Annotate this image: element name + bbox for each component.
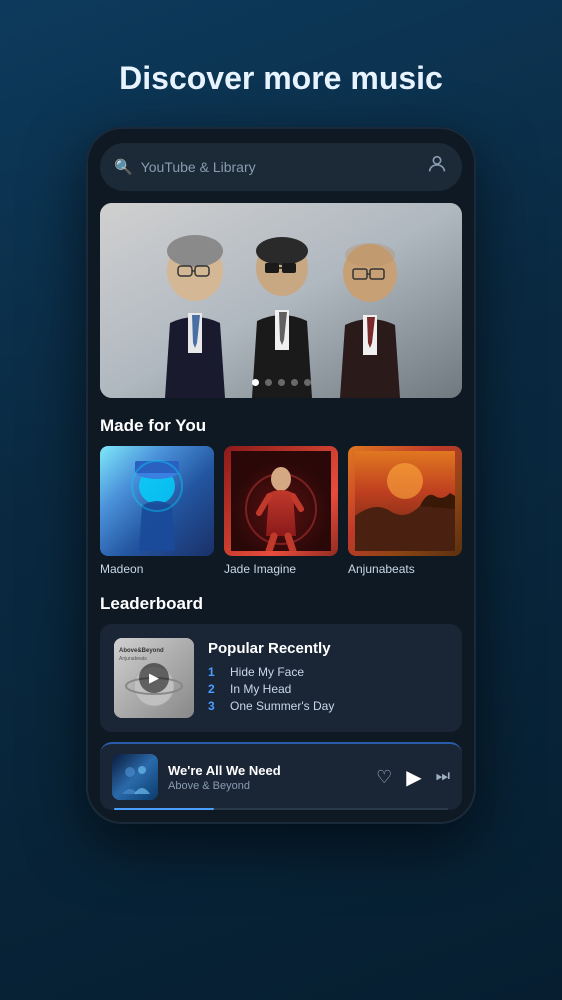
card-anjuna[interactable]: Anjunabeats xyxy=(348,446,462,576)
search-bar[interactable]: 🔍 YouTube & Library xyxy=(100,143,462,191)
lb-info: Popular Recently 1 Hide My Face 2 In My … xyxy=(208,640,448,716)
lb-play-button[interactable]: ▶ xyxy=(139,663,169,693)
lb-track-3[interactable]: 3 One Summer's Day xyxy=(208,699,448,713)
leaderboard-card[interactable]: Above&Beyond Anjunabeats ▶ Popular Recen… xyxy=(100,624,462,732)
lb-num-1: 1 xyxy=(208,665,222,679)
dot-4 xyxy=(291,379,298,386)
dot-1 xyxy=(252,379,259,386)
card-jade[interactable]: Jade Imagine xyxy=(224,446,338,576)
lb-track-name-3: One Summer's Day xyxy=(230,699,334,713)
lb-track-name-1: Hide My Face xyxy=(230,665,304,679)
lb-track-2[interactable]: 2 In My Head xyxy=(208,682,448,696)
profile-icon[interactable] xyxy=(426,153,448,181)
card-label-anjuna: Anjunabeats xyxy=(348,562,462,576)
dot-3 xyxy=(278,379,285,386)
heart-icon[interactable]: ♡ xyxy=(376,767,392,788)
lb-num-3: 3 xyxy=(208,699,222,713)
svg-text:Anjunabeats: Anjunabeats xyxy=(119,656,147,662)
np-title: We're All We Need xyxy=(168,763,366,778)
lb-thumbnail: Above&Beyond Anjunabeats ▶ xyxy=(114,638,194,718)
now-playing-bar[interactable]: We're All We Need Above & Beyond ♡ ▶ ⏭ xyxy=(100,742,462,810)
lb-card-title: Popular Recently xyxy=(208,640,448,657)
hero-banner xyxy=(100,203,462,398)
progress-bar xyxy=(114,808,448,810)
page-title: Discover more music xyxy=(0,60,562,97)
dot-5 xyxy=(304,379,311,386)
card-label-jade: Jade Imagine xyxy=(224,562,338,576)
lb-track-name-2: In My Head xyxy=(230,682,291,696)
np-thumbnail xyxy=(112,754,158,800)
banner-dots xyxy=(100,371,462,390)
phone-container: 🔍 YouTube & Library xyxy=(86,127,476,824)
np-track-info: We're All We Need Above & Beyond xyxy=(168,763,366,792)
card-madeon[interactable]: Madeon xyxy=(100,446,214,576)
svg-text:Above&Beyond: Above&Beyond xyxy=(119,648,164,654)
np-controls[interactable]: ♡ ▶ ⏭ xyxy=(376,765,450,790)
skip-icon[interactable]: ⏭ xyxy=(436,768,450,786)
search-placeholder: YouTube & Library xyxy=(141,159,418,175)
card-label-madeon: Madeon xyxy=(100,562,214,576)
lb-track-1[interactable]: 1 Hide My Face xyxy=(208,665,448,679)
made-for-you-title: Made for You xyxy=(100,416,462,436)
leaderboard-title: Leaderboard xyxy=(100,594,462,614)
progress-fill xyxy=(114,808,214,810)
play-icon[interactable]: ▶ xyxy=(406,765,421,790)
dot-2 xyxy=(265,379,272,386)
lb-num-2: 2 xyxy=(208,682,222,696)
np-artist: Above & Beyond xyxy=(168,780,366,792)
search-icon: 🔍 xyxy=(114,158,133,176)
cards-row: Madeon xyxy=(86,446,476,576)
